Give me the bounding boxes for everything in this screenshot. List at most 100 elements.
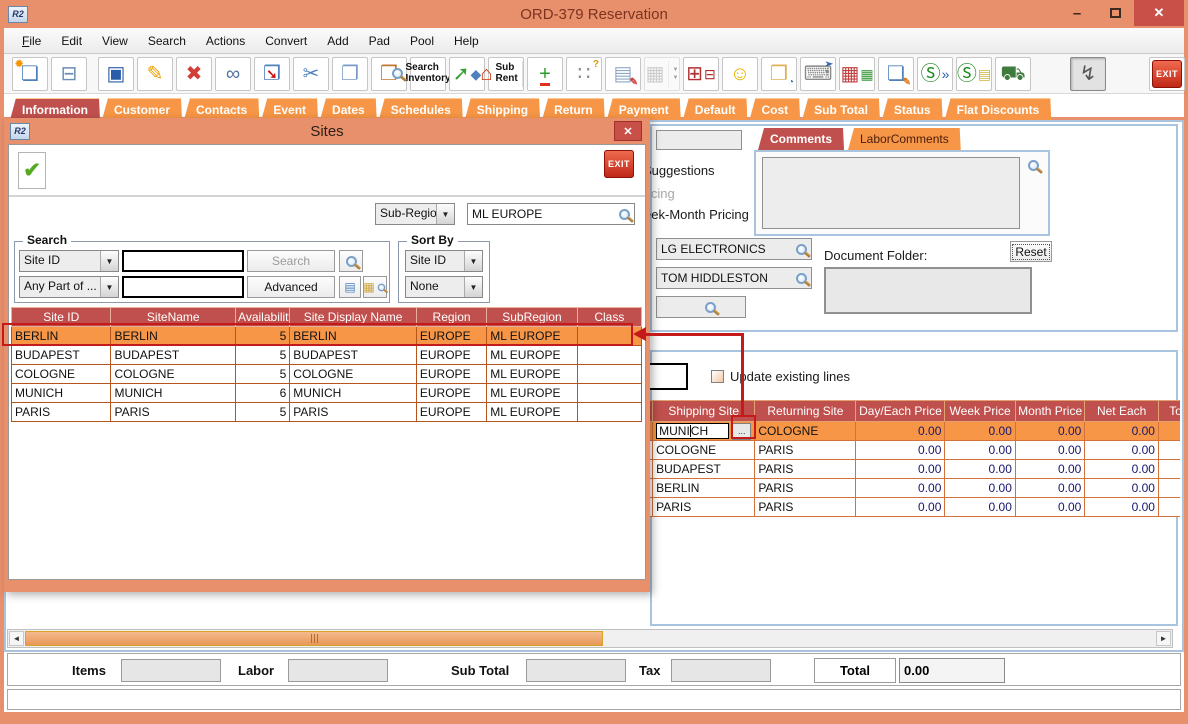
week-price-cell[interactable]: 0.00: [945, 479, 1016, 498]
menu-help[interactable]: Help: [444, 30, 489, 52]
find-binoculars-button[interactable]: ∞: [215, 57, 251, 91]
print-button[interactable]: ⊟: [51, 57, 87, 91]
search-input[interactable]: [122, 250, 244, 272]
chevron-down-icon[interactable]: ▼: [100, 277, 118, 297]
maximize-button[interactable]: [1100, 0, 1130, 26]
shipping-site-cell[interactable]: COLOGNE: [653, 441, 755, 460]
save-button[interactable]: ▣: [98, 57, 134, 91]
chevron-down-icon[interactable]: ▼: [464, 251, 482, 271]
contact-search-icon[interactable]: [796, 273, 807, 284]
sites-row-cologne[interactable]: COLOGNECOLOGNE5COLOGNEEUROPEML EUROPE: [12, 365, 642, 384]
sites-row-munich[interactable]: MUNICHMUNICH6MUNICHEUROPEML EUROPE: [12, 384, 642, 403]
week-price-cell[interactable]: 0.00: [945, 441, 1016, 460]
advanced-search-grid-button[interactable]: ▦: [363, 276, 387, 298]
tab-event[interactable]: Event: [261, 98, 318, 120]
tab-status[interactable]: Status: [882, 98, 943, 120]
net-price-cell[interactable]: 0.00: [1085, 479, 1159, 498]
reset-button[interactable]: Reset: [1010, 241, 1052, 262]
shipping-row-paris[interactable]: PARISPARIS0.000.000.000.00: [647, 498, 1181, 517]
copy-to-document-button[interactable]: ❐➘: [254, 57, 290, 91]
send-payment-button[interactable]: Ⓢ»: [917, 57, 953, 91]
inventory-cubes-button[interactable]: ▦▦: [839, 57, 875, 91]
org-chart-button[interactable]: ⊞⊟: [683, 57, 719, 91]
tab-dates[interactable]: Dates: [320, 98, 377, 120]
column-header-net-each[interactable]: Net Each: [1085, 401, 1159, 422]
search-person-button[interactable]: [339, 250, 363, 272]
minimize-button[interactable]: –: [1062, 0, 1092, 26]
tab-comments[interactable]: Comments: [758, 128, 844, 150]
search-input-2[interactable]: [122, 276, 244, 298]
document-folder-textarea[interactable]: [824, 267, 1032, 314]
document-edit-button[interactable]: ❏✎: [878, 57, 914, 91]
copy-button[interactable]: ❐: [332, 57, 368, 91]
match-mode-dropdown[interactable]: Any Part of ... ▼: [19, 276, 119, 298]
folder-history-button[interactable]: ❒◔: [761, 57, 797, 91]
chevron-down-icon[interactable]: ▼: [100, 251, 118, 271]
total-cell[interactable]: [1158, 479, 1180, 498]
tab-cost[interactable]: Cost: [749, 98, 800, 120]
returning-site-cell[interactable]: PARIS: [755, 498, 856, 517]
returning-site-cell[interactable]: PARIS: [755, 460, 856, 479]
total-cell[interactable]: [1158, 441, 1180, 460]
returning-site-cell[interactable]: COLOGNE: [755, 422, 856, 441]
day-price-cell[interactable]: 0.00: [856, 498, 945, 517]
comments-search-icon[interactable]: [1028, 160, 1039, 171]
contact-field[interactable]: TOM HIDDLESTON: [656, 267, 812, 289]
net-price-cell[interactable]: 0.00: [1085, 498, 1159, 517]
total-cell[interactable]: [1158, 498, 1180, 517]
search-button[interactable]: Search: [247, 250, 335, 272]
shipping-site-input[interactable]: MUNICH: [656, 423, 729, 439]
week-price-cell[interactable]: 0.00: [945, 460, 1016, 479]
net-price-cell[interactable]: 0.00: [1085, 441, 1159, 460]
tab-customer[interactable]: Customer: [102, 98, 182, 120]
close-button[interactable]: ✕: [1134, 0, 1184, 26]
exit-button[interactable]: EXIT: [1149, 57, 1185, 91]
returning-site-cell[interactable]: PARIS: [755, 441, 856, 460]
tab-sub-total[interactable]: Sub Total: [802, 98, 880, 120]
lookup-search-icon[interactable]: [705, 302, 716, 313]
day-price-cell[interactable]: 0.00: [856, 422, 945, 441]
delivery-truck-button[interactable]: ⛟: [995, 57, 1031, 91]
statement-notes-button[interactable]: Ⓢ▤: [956, 57, 992, 91]
week-price-cell[interactable]: 0.00: [945, 498, 1016, 517]
tab-payment[interactable]: Payment: [607, 98, 681, 120]
customer-field[interactable]: LG ELECTRONICS: [656, 238, 812, 260]
update-lines-checkbox[interactable]: [711, 370, 724, 383]
column-header-month-price[interactable]: Month Price: [1015, 401, 1084, 422]
tab-schedules[interactable]: Schedules: [379, 98, 463, 120]
tab-shipping[interactable]: Shipping: [465, 98, 540, 120]
shipping-row-budapest[interactable]: BUDAPESTPARIS0.000.000.000.00: [647, 460, 1181, 479]
column-header-week-price[interactable]: Week Price: [945, 401, 1016, 422]
tab-information[interactable]: Information: [10, 98, 100, 120]
quantity-input[interactable]: [648, 363, 688, 390]
day-price-cell[interactable]: 0.00: [856, 441, 945, 460]
month-price-cell[interactable]: 0.00: [1015, 498, 1084, 517]
total-cell[interactable]: [1158, 422, 1180, 441]
menu-file[interactable]: File: [12, 30, 51, 52]
sort1-dropdown[interactable]: Site ID ▼: [405, 250, 483, 272]
sites-dialog-exit-button[interactable]: EXIT: [604, 154, 634, 172]
shipping-site-cell[interactable]: BUDAPEST: [653, 460, 755, 479]
month-price-cell[interactable]: 0.00: [1015, 441, 1084, 460]
tab-labor-comments[interactable]: LaborComments: [848, 128, 961, 150]
search-inventory-button[interactable]: Search Inventory▼▼: [410, 57, 446, 91]
cut-button[interactable]: ✂: [293, 57, 329, 91]
column-header-returning-site[interactable]: Returning Site: [755, 401, 856, 422]
chevron-down-icon[interactable]: ▼: [464, 277, 482, 297]
sub-rent-button[interactable]: ⌂Sub Rent▼▼: [488, 57, 524, 91]
lookup-field[interactable]: [656, 296, 746, 318]
total-value-field[interactable]: 0.00: [899, 658, 1005, 683]
advanced-search-doc-button[interactable]: ▤: [339, 276, 361, 298]
day-price-cell[interactable]: 0.00: [856, 479, 945, 498]
horizontal-scrollbar[interactable]: ◄ ►: [7, 629, 1173, 648]
smiley-button[interactable]: ☺: [722, 57, 758, 91]
menu-convert[interactable]: Convert: [255, 30, 317, 52]
comments-textarea[interactable]: [762, 157, 1020, 229]
week-price-cell[interactable]: 0.00: [945, 422, 1016, 441]
confirm-selection-button[interactable]: ✔: [18, 152, 46, 189]
subregion-search-icon[interactable]: [619, 209, 630, 220]
notes-edit-button[interactable]: ▤✎: [605, 57, 641, 91]
column-header-total[interactable]: Total: [1158, 401, 1180, 422]
tab-contacts[interactable]: Contacts: [184, 98, 259, 120]
shipping-row-munich[interactable]: MUNICH...COLOGNE0.000.000.000.00: [647, 422, 1181, 441]
